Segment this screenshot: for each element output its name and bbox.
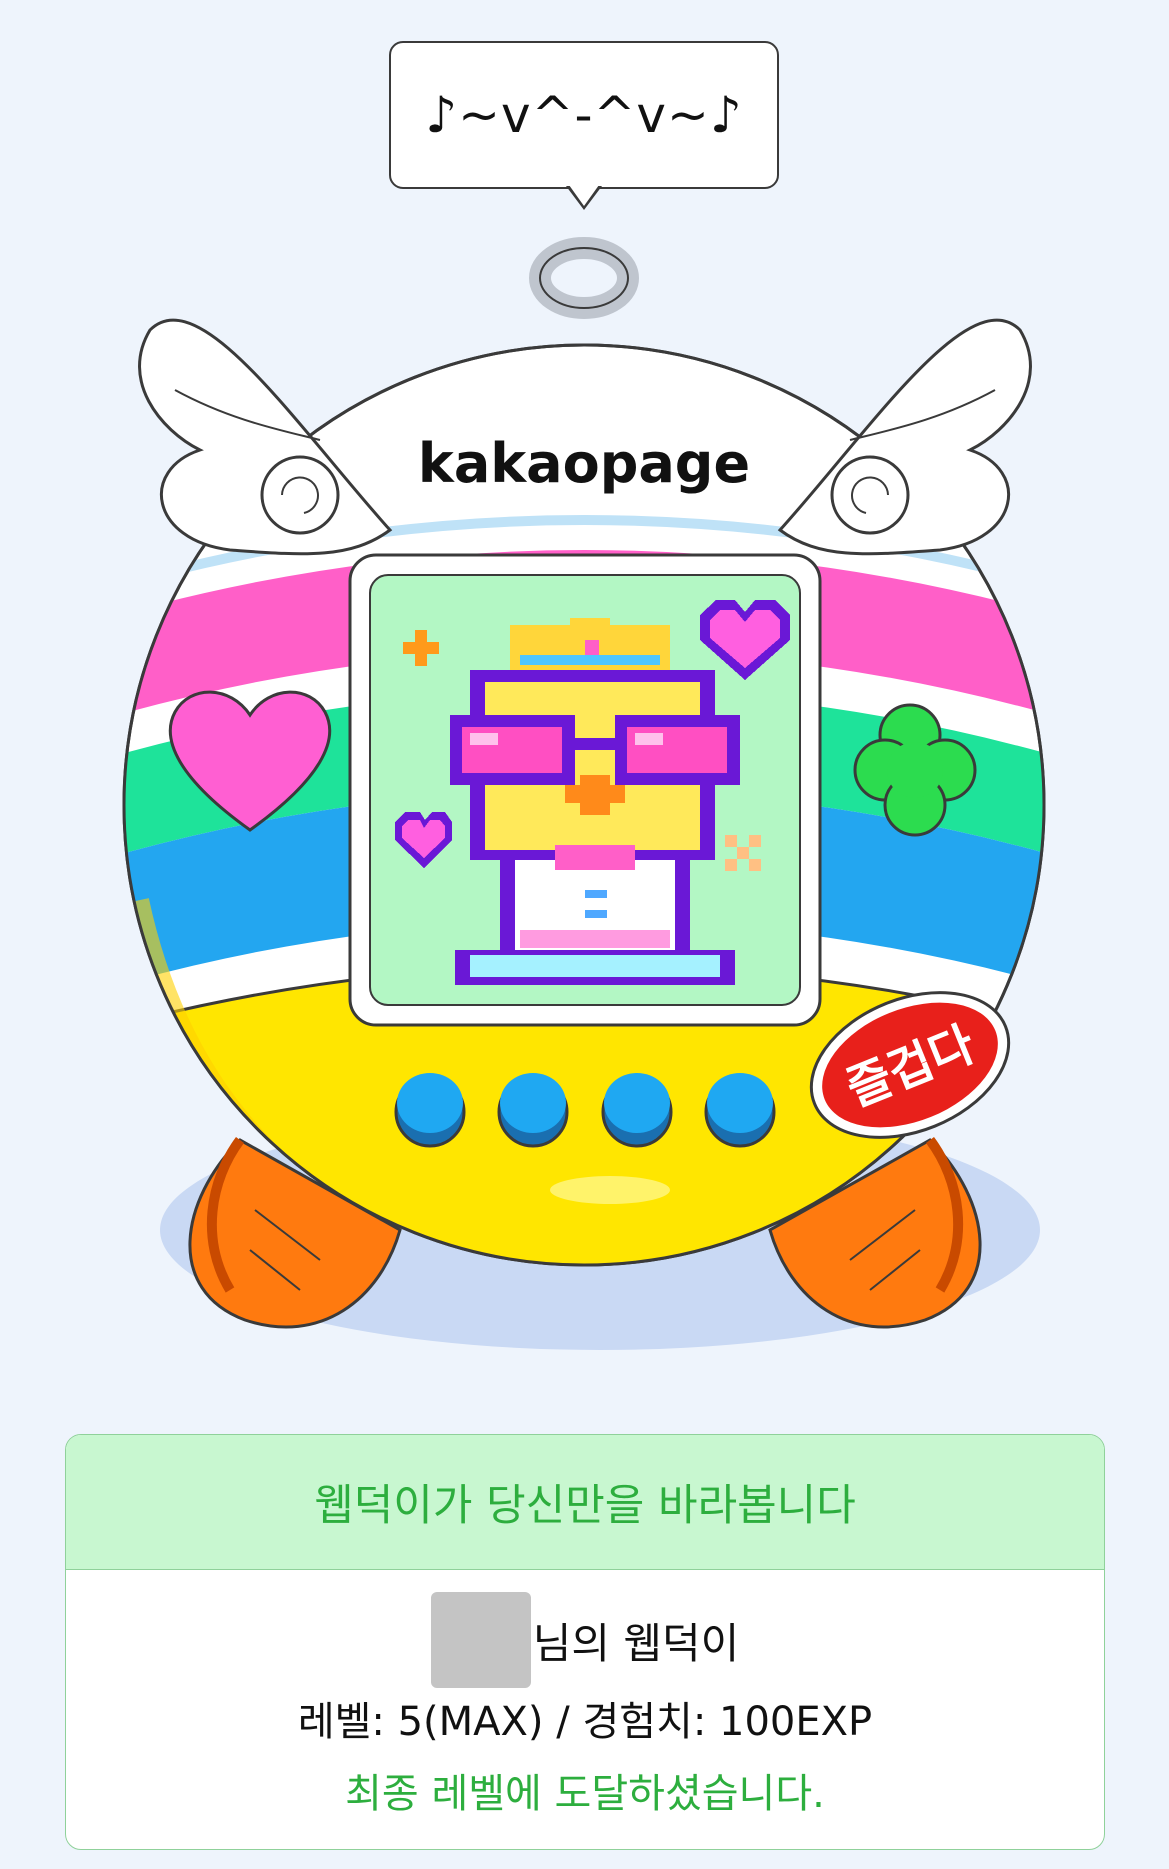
- owner-suffix: 님의 웹덕이: [532, 1618, 740, 1668]
- keyring: [529, 237, 639, 319]
- status-card: 웹덕이가 당신만을 바라봅니다 님의 웹덕이 레벨: 5(MAX) / 경험치:…: [65, 1434, 1105, 1850]
- status-card-header: 웹덕이가 당신만을 바라봅니다: [66, 1435, 1104, 1570]
- device-button-3[interactable]: [601, 1073, 673, 1148]
- tamagotchi-device[interactable]: kakaopage 즐겁다: [0, 230, 1169, 1370]
- owner-name-line: 님의 웹덕이: [66, 1592, 1104, 1688]
- status-card-header-text: 웹덕이가 당신만을 바라봅니다: [314, 1481, 856, 1531]
- status-card-body: 님의 웹덕이 레벨: 5(MAX) / 경험치: 100EXP 최종 레벨에 도…: [66, 1592, 1104, 1824]
- brand-logo: kakaopage: [418, 432, 750, 495]
- speech-bubble-tail-fill: [569, 185, 599, 206]
- redacted-username: [430, 1592, 531, 1688]
- speech-bubble: ♪~v^-^v~♪: [389, 41, 779, 189]
- device-button-1[interactable]: [394, 1073, 466, 1148]
- level-info: 레벨: 5(MAX) / 경험치: 100EXP: [297, 1699, 873, 1745]
- device-button-4[interactable]: [704, 1073, 776, 1148]
- final-level-message: 최종 레벨에 도달하셨습니다.: [345, 1771, 825, 1817]
- speech-bubble-text: ♪~v^-^v~♪: [425, 86, 743, 144]
- device-button-2[interactable]: [497, 1073, 569, 1148]
